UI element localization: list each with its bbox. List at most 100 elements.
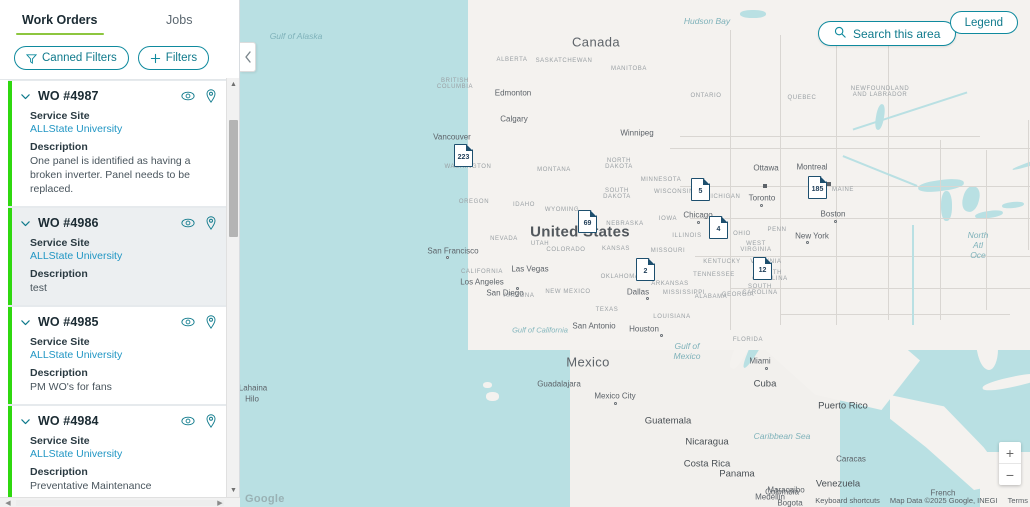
border-horizontal-6: [780, 314, 1010, 315]
chevron-down-icon[interactable]: [20, 416, 31, 427]
status-accent-bar: [8, 406, 12, 503]
legend-button[interactable]: Legend: [949, 11, 1018, 34]
description-label: Description: [30, 141, 88, 153]
service-site-label: Service Site: [30, 110, 90, 122]
map-pin-icon[interactable]: [205, 89, 217, 103]
map-pin-icon[interactable]: [205, 414, 217, 428]
work-order-list[interactable]: WO #4987 Service Site ALLState University D…: [0, 80, 239, 507]
map-cluster-marker[interactable]: 4: [709, 216, 728, 239]
filter-toolbar: Canned Filters Filters: [0, 40, 239, 80]
work-order-header: WO #4984: [20, 414, 217, 428]
tab-jobs-label: Jobs: [166, 13, 193, 27]
map-cluster-marker[interactable]: 69: [578, 210, 597, 233]
map-cluster-marker[interactable]: 12: [753, 257, 772, 280]
plus-icon: [150, 53, 161, 64]
maui-island: [483, 382, 492, 388]
service-site-value[interactable]: ALLState University: [30, 448, 217, 460]
border-vertical-3: [836, 35, 837, 325]
marker-count: 5: [698, 188, 703, 195]
sidebar-horizontal-scrollbar[interactable]: ◀ ▶: [0, 497, 240, 507]
eye-icon[interactable]: [181, 217, 195, 229]
map-base-layer: [240, 0, 1030, 507]
add-filters-label: Filters: [165, 52, 198, 64]
search-icon: [834, 26, 846, 41]
chevron-down-icon[interactable]: [20, 91, 31, 102]
work-order-card[interactable]: WO #4986 Service Site ALLState University D…: [8, 207, 227, 306]
work-order-actions: [181, 414, 217, 428]
funnel-icon: [26, 53, 37, 64]
tab-jobs[interactable]: Jobs: [120, 0, 240, 40]
work-order-id: WO #4984: [38, 414, 99, 428]
collapse-sidebar-handle[interactable]: [240, 42, 256, 72]
lake-michigan: [941, 191, 952, 221]
canned-filters-label: Canned Filters: [42, 52, 117, 64]
search-this-area-button[interactable]: Search this area: [818, 21, 957, 46]
zoom-in-button[interactable]: +: [999, 442, 1021, 463]
service-site-value[interactable]: ALLState University: [30, 349, 217, 361]
marker-count: 69: [583, 220, 592, 227]
vertical-scroll-thumb[interactable]: [229, 120, 238, 237]
map-attribution: Keyboard shortcuts Map Data ©2025 Google…: [815, 494, 1028, 507]
map-cluster-marker[interactable]: 2: [636, 258, 655, 281]
hawaii-island: [486, 392, 499, 401]
city-marker-dot: [806, 241, 809, 244]
scroll-up-arrow-icon[interactable]: ▲: [227, 78, 240, 91]
service-site-label: Service Site: [30, 237, 90, 249]
work-order-id: WO #4987: [38, 89, 99, 103]
map-zoom-controls[interactable]: + −: [999, 442, 1021, 485]
service-site-value[interactable]: ALLState University: [30, 250, 217, 262]
eye-icon[interactable]: [181, 90, 195, 102]
chevron-down-icon[interactable]: [20, 317, 31, 328]
work-order-card[interactable]: WO #4984 Service Site ALLState University D…: [8, 405, 227, 504]
marker-count: 2: [643, 268, 648, 275]
work-order-header: WO #4985: [20, 315, 217, 329]
map-pin-icon[interactable]: [205, 315, 217, 329]
city-marker-dot: [516, 287, 519, 290]
map-cluster-marker[interactable]: 223: [454, 144, 473, 167]
description-value: test: [30, 282, 47, 294]
border-vertical-6: [986, 150, 987, 310]
scroll-right-arrow-icon[interactable]: ▶: [214, 498, 226, 507]
map-panel[interactable]: Canada United States Mexico Guatemala Nicara…: [240, 0, 1030, 507]
terms-link[interactable]: Terms: [1008, 496, 1028, 505]
eye-icon[interactable]: [181, 415, 195, 427]
border-vertical-1: [730, 30, 731, 330]
zoom-out-button[interactable]: −: [999, 464, 1021, 485]
marker-count: 185: [811, 186, 824, 193]
work-order-card[interactable]: WO #4985 Service Site ALLState University D…: [8, 306, 227, 405]
scroll-left-arrow-icon[interactable]: ◀: [2, 498, 14, 507]
scroll-down-arrow-icon[interactable]: ▼: [227, 484, 240, 497]
description-label: Description: [30, 466, 88, 478]
horizontal-scroll-thumb[interactable]: [16, 500, 224, 506]
city-marker-dot: [660, 334, 663, 337]
sidebar-tabs: Work Orders Jobs: [0, 0, 239, 40]
map-cluster-marker[interactable]: 185: [808, 176, 827, 199]
tab-work-orders[interactable]: Work Orders: [0, 0, 120, 40]
search-this-area-label: Search this area: [853, 26, 941, 41]
description-label: Description: [30, 268, 88, 280]
eye-icon[interactable]: [181, 316, 195, 328]
work-order-card[interactable]: WO #4987 Service Site ALLState University D…: [8, 80, 227, 207]
border-vertical-5: [940, 140, 941, 320]
border-horizontal-4: [695, 256, 1030, 257]
border-horizontal-3: [690, 218, 1030, 219]
chevron-down-icon[interactable]: [20, 218, 31, 229]
city-marker-dot: [834, 220, 837, 223]
map-pin-icon[interactable]: [205, 216, 217, 230]
capital-marker-square: [827, 182, 831, 186]
capital-marker-square: [763, 184, 767, 188]
service-site-value[interactable]: ALLState University: [30, 123, 217, 135]
work-order-actions: [181, 315, 217, 329]
city-marker-dot: [646, 297, 649, 300]
border-horizontal-5: [730, 288, 1030, 289]
city-marker-dot: [760, 204, 763, 207]
sidebar-vertical-scrollbar[interactable]: ▲ ▼: [226, 78, 239, 497]
map-cluster-marker[interactable]: 5: [691, 178, 710, 201]
work-orders-sidebar: Work Orders Jobs Canned Filters Filters …: [0, 0, 240, 507]
canned-filters-button[interactable]: Canned Filters: [14, 46, 129, 70]
border-horizontal-2: [680, 186, 1030, 187]
add-filters-button[interactable]: Filters: [137, 46, 210, 70]
keyboard-shortcuts-link[interactable]: Keyboard shortcuts: [815, 496, 880, 505]
city-marker-dot: [697, 221, 700, 224]
work-order-header: WO #4987: [20, 89, 217, 103]
